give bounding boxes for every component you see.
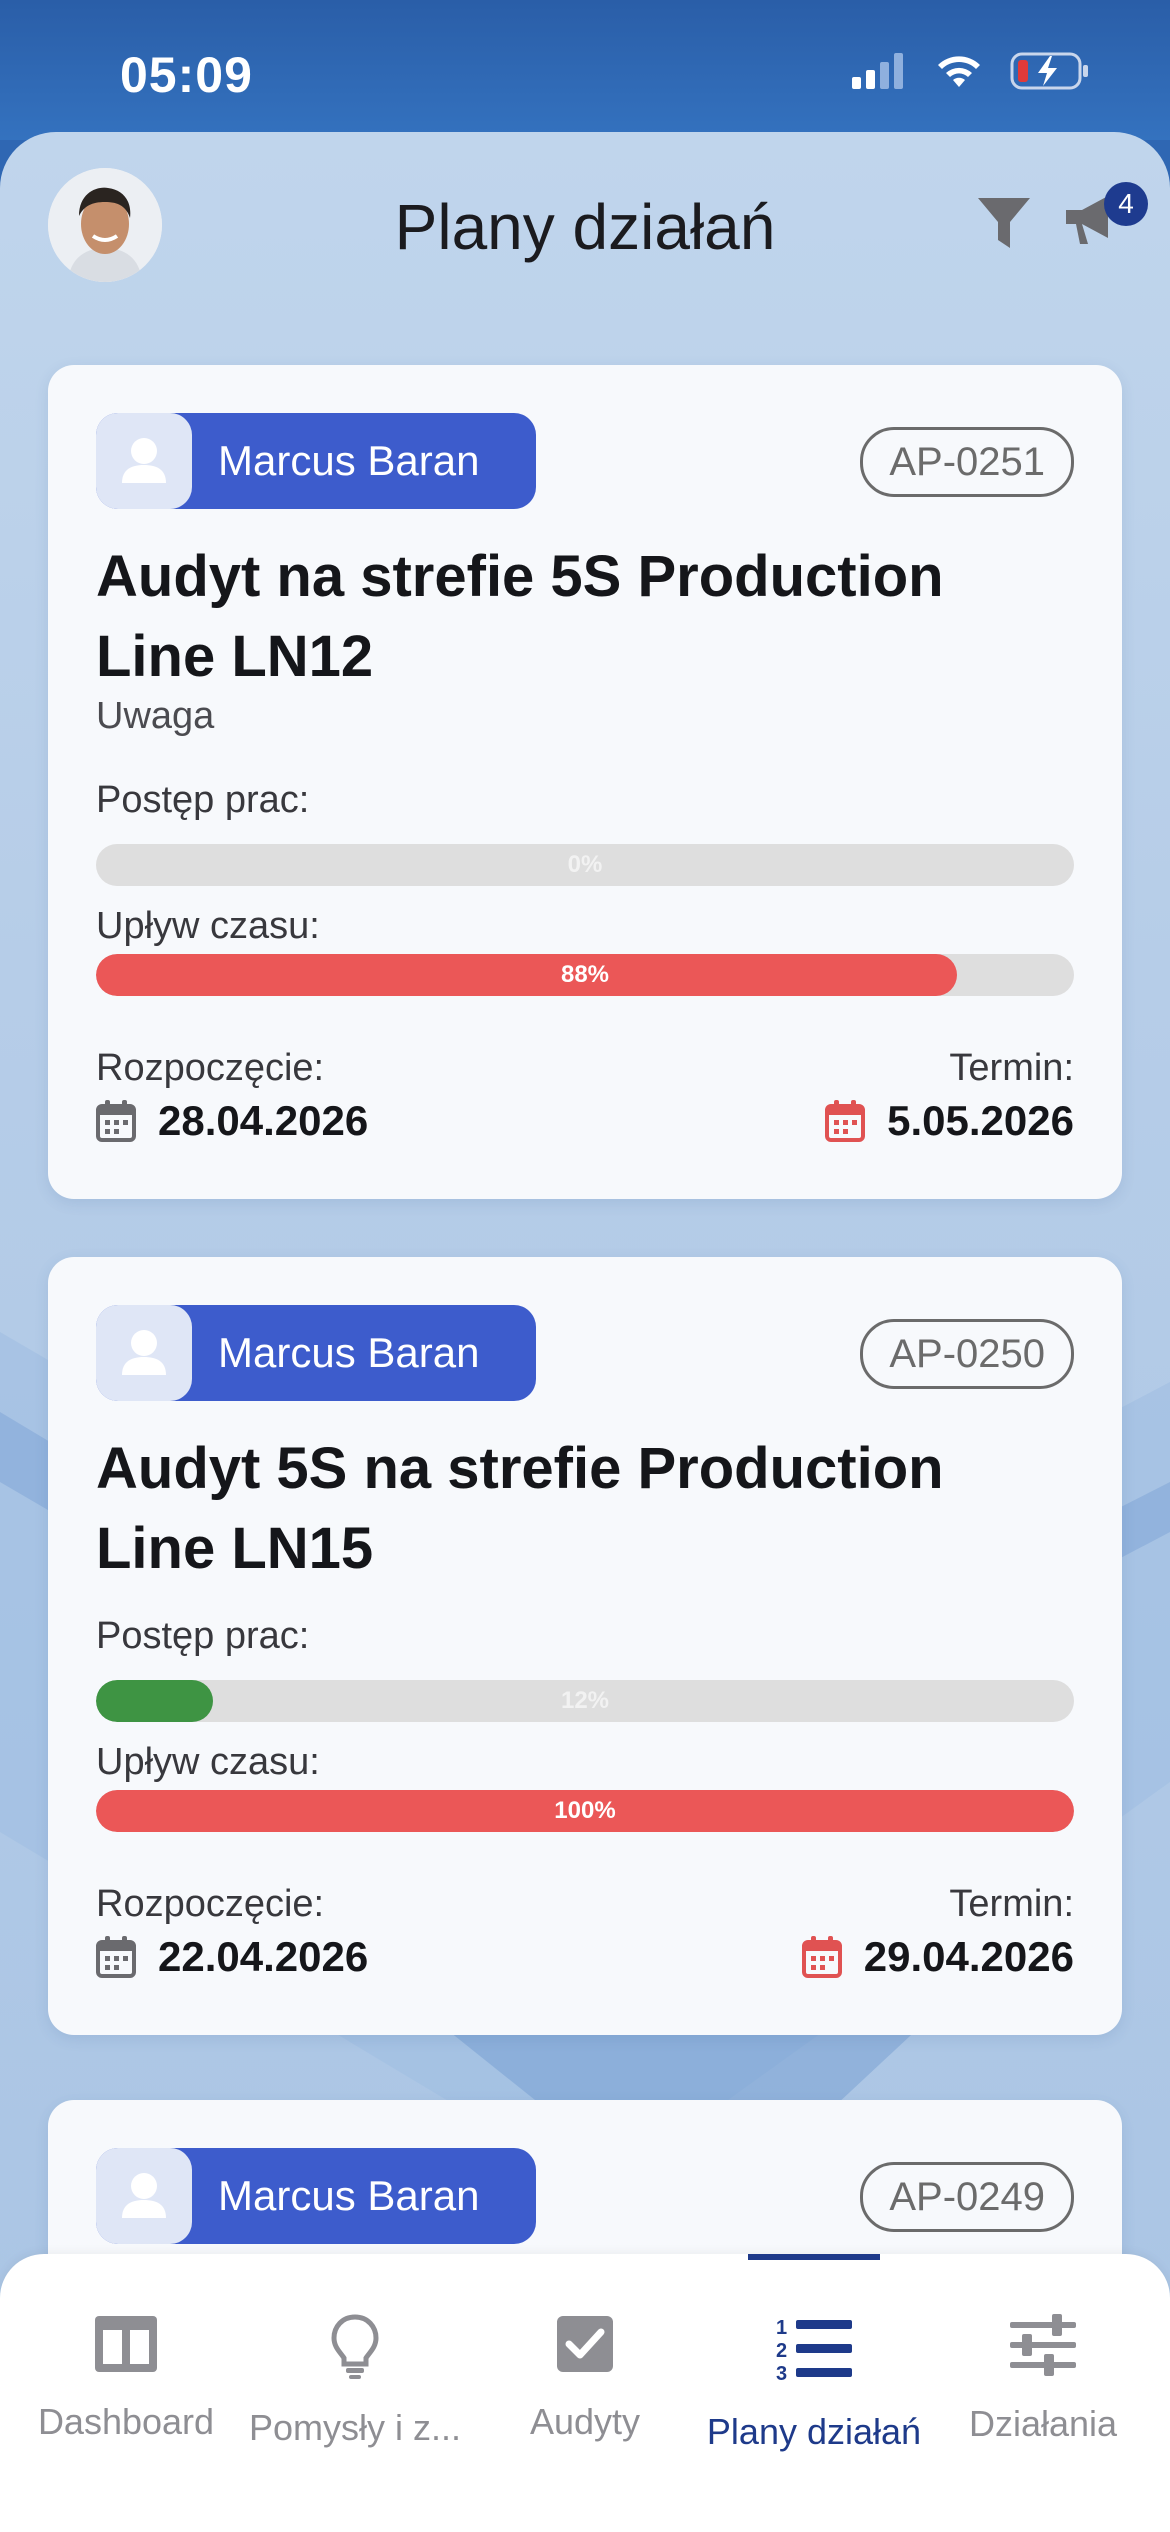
person-icon (122, 438, 166, 483)
battery-icon (1010, 52, 1088, 90)
calendar-due-icon (825, 1100, 866, 1142)
person-icon (122, 2173, 166, 2218)
start-date-value: 28.04.2026 (158, 1097, 369, 1144)
time-label: Upływ czasu: (96, 1741, 320, 1783)
due-date: 29.04.2026 (801, 1933, 1074, 1981)
plan-code-badge: AP-0249 (860, 2162, 1074, 2232)
header: Plany działań 4 (0, 132, 1170, 352)
status-time: 05:09 (120, 47, 253, 103)
due-label: Termin: (949, 1883, 1074, 1925)
start-date: 22.04.2026 (96, 1933, 368, 1981)
action-plan-card[interactable]: Marcus Baran AP-0251 Audyt na strefie 5S… (48, 365, 1122, 1199)
calendar-icon (96, 1100, 136, 1142)
start-date-value: 22.04.2026 (158, 1933, 369, 1980)
assignee-avatar (96, 1305, 192, 1401)
signal-icon (852, 53, 903, 89)
due-date: 5.05.2026 (825, 1097, 1074, 1145)
time-bar: 88% (96, 954, 1074, 996)
start-label: Rozpoczęcie: (96, 1883, 325, 1925)
svg-text:2: 2 (776, 2340, 787, 2362)
time-bar-text: 100% (554, 1797, 616, 1824)
plan-code-badge: AP-0250 (860, 1319, 1074, 1389)
status-bar: 05:09 (0, 0, 1170, 140)
start-label: Rozpoczęcie: (96, 1047, 325, 1089)
tab-label: Pomysły i z... (248, 2407, 462, 2448)
bottom-tab-bar: Dashboard Pomysły i z... Audyty 1 2 3 Pl… (0, 2254, 1170, 2532)
tab-label: Audyty (529, 2401, 641, 2442)
checkbox-icon (557, 2316, 613, 2372)
action-plan-card[interactable]: Marcus Baran AP-0250 Audyt 5S na strefie… (48, 1257, 1122, 2035)
assignee-chip: Marcus Baran (96, 1305, 536, 1401)
svg-text:1: 1 (776, 2317, 787, 2339)
svg-text:3: 3 (776, 2363, 787, 2384)
progress-label: Postęp prac: (96, 1615, 310, 1657)
person-icon (122, 1330, 166, 1375)
plan-code-badge: AP-0251 (860, 427, 1074, 497)
time-bar: 100% (96, 1790, 1074, 1832)
plan-title: Audyt 5S na strefie Production Line LN15 (96, 1436, 944, 1581)
tab-audits[interactable]: Audyty (468, 2314, 702, 2443)
assignee-name: Marcus Baran (218, 437, 480, 484)
main-sheet: Plany działań 4 Marcus Baran AP-0251 Aud… (0, 132, 1170, 2532)
start-date: 28.04.2026 (96, 1097, 368, 1145)
tab-actions[interactable]: Działania (926, 2314, 1160, 2445)
tab-dashboard[interactable]: Dashboard (9, 2314, 243, 2443)
time-bar-text: 88% (560, 961, 610, 988)
filter-icon[interactable] (976, 196, 1032, 250)
sliders-icon (1010, 2314, 1076, 2376)
progress-bar-text: 12% (560, 1687, 610, 1714)
numbered-list-icon: 1 2 3 (776, 2317, 852, 2385)
time-label: Upływ czasu: (96, 905, 320, 947)
assignee-chip: Marcus Baran (96, 413, 536, 509)
assignee-avatar (96, 2148, 192, 2244)
tab-action-plans[interactable]: 1 2 3 Plany działań (697, 2314, 931, 2453)
tab-label: Działania (968, 2403, 1118, 2444)
plan-subtitle: Uwaga (96, 695, 215, 737)
progress-bar-text: 0% (567, 851, 603, 878)
tab-label: Plany działań (706, 2411, 922, 2452)
assignee-name: Marcus Baran (218, 2172, 480, 2219)
assignee-avatar (96, 413, 192, 509)
dashboard-icon (95, 2316, 157, 2372)
active-tab-indicator (748, 2254, 880, 2260)
assignee-name: Marcus Baran (218, 1329, 480, 1376)
status-icons (852, 52, 1090, 90)
due-date-value: 5.05.2026 (887, 1097, 1074, 1144)
due-date-value: 29.04.2026 (863, 1933, 1074, 1980)
calendar-due-icon (801, 1936, 842, 1978)
progress-bar: 0% (96, 844, 1074, 886)
tab-ideas[interactable]: Pomysły i z... (238, 2314, 472, 2449)
progress-label: Postęp prac: (96, 779, 310, 821)
assignee-chip: Marcus Baran (96, 2148, 536, 2244)
wifi-icon (938, 56, 980, 87)
calendar-icon (96, 1936, 136, 1978)
progress-bar: 12% (96, 1680, 1074, 1722)
tab-label: Dashboard (37, 2401, 215, 2442)
plan-title: Audyt na strefie 5S Production Line LN12 (96, 544, 944, 689)
lightbulb-icon (331, 2314, 379, 2379)
notification-badge: 4 (1104, 182, 1148, 226)
due-label: Termin: (949, 1047, 1074, 1089)
